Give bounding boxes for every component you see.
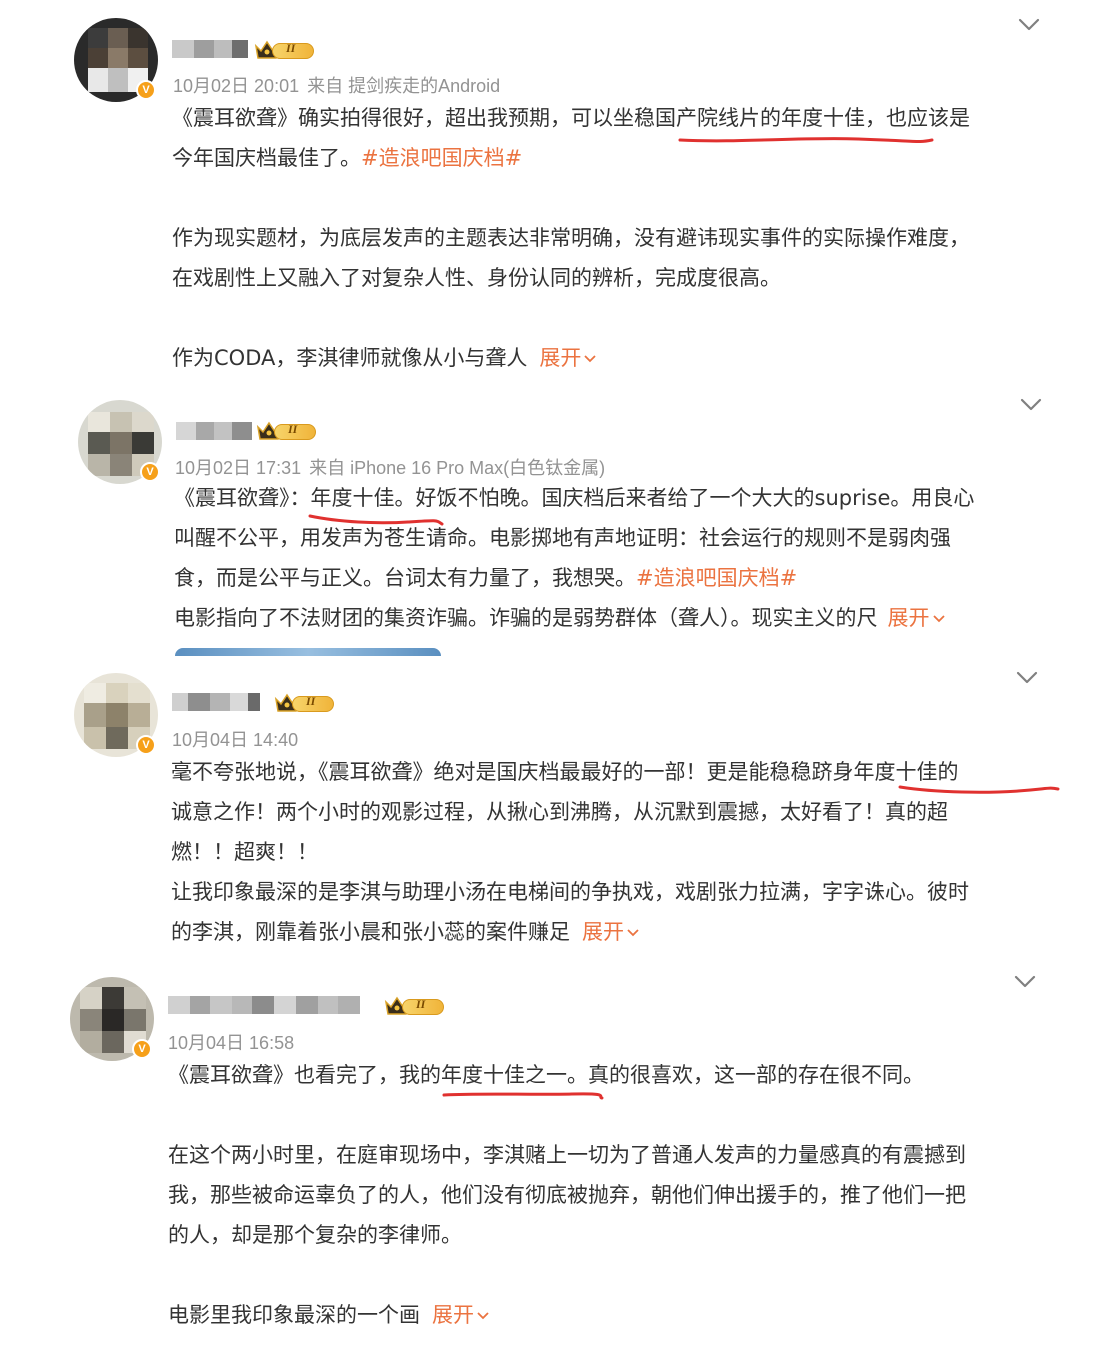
verified-v-icon: V	[136, 80, 156, 100]
vip-badge[interactable]: II	[274, 692, 336, 714]
user-avatar[interactable]: V	[74, 673, 158, 757]
post-meta: 10月02日 20:01 来自 提剑疾走的Android	[173, 72, 500, 98]
vip-badge[interactable]: II	[254, 39, 316, 61]
post-source: 来自 提剑疾走的Android	[307, 76, 501, 96]
post-meta: 10月04日 16:58	[168, 1029, 294, 1055]
post-2: V II 10月02日 17:31 来自 iPhone 16 Pro Max(白色…	[0, 380, 1112, 656]
expand-link[interactable]: 展开	[582, 920, 639, 944]
post-meta: 10月02日 17:31 来自 iPhone 16 Pro Max(白色钛金属)	[175, 454, 605, 480]
username-blurred[interactable]	[176, 422, 252, 440]
verified-v-icon: V	[132, 1039, 152, 1059]
post-time[interactable]: 10月04日 14:40	[172, 730, 298, 750]
expand-link[interactable]: 展开	[432, 1303, 489, 1327]
post-source: 来自 iPhone 16 Pro Max(白色钛金属)	[309, 458, 606, 478]
chevron-down-icon	[627, 929, 639, 937]
verified-v-icon: V	[140, 462, 160, 482]
post-time[interactable]: 10月04日 16:58	[168, 1033, 294, 1053]
post-text: 毫不夸张地说，《震耳欲聋》绝对是国庆档最最好的一部！更是能稳稳跻身年度十佳的 诚…	[171, 760, 969, 944]
vip-level: II	[416, 997, 426, 1011]
post-3: V II 10月04日 14:40 毫不夸张地说，《震耳欲聋》绝对是国庆档最最好…	[0, 655, 1112, 955]
highlight-underline	[308, 514, 444, 526]
chevron-down-icon	[932, 615, 945, 623]
vip-badge[interactable]: II	[256, 420, 318, 442]
post-4: V II 10月04日 16:58 《震耳欲聋》也看完了，我的年度十佳之一。真的…	[0, 955, 1112, 1364]
vip-level: II	[288, 422, 298, 436]
post-time[interactable]: 10月02日 20:01	[173, 76, 299, 96]
verified-v-icon: V	[136, 735, 156, 755]
username-blurred[interactable]	[172, 693, 260, 711]
post-time[interactable]: 10月02日 17:31	[175, 458, 301, 478]
vip-badge[interactable]: II	[384, 995, 446, 1017]
post-text: 《震耳欲聋》：年度十佳。好饭不怕晚。国庆档后来者给了一个大大的suprise。用…	[174, 486, 975, 630]
username-blurred[interactable]	[168, 996, 360, 1014]
expand-link[interactable]: 展开	[539, 346, 596, 370]
vip-level: II	[286, 41, 296, 55]
user-avatar[interactable]: V	[78, 400, 162, 484]
chevron-down-icon	[584, 355, 596, 363]
hashtag-link[interactable]: #造浪吧国庆档#	[361, 146, 522, 170]
chevron-down-icon[interactable]	[1014, 975, 1036, 989]
highlight-underline	[898, 785, 1060, 794]
user-avatar[interactable]: V	[74, 18, 158, 102]
user-avatar[interactable]: V	[70, 977, 154, 1061]
post-meta: 10月04日 14:40	[172, 726, 298, 752]
username-blurred[interactable]	[172, 40, 248, 58]
post-1: V II 10月02日 20:01 来自 提剑疾走的Android 《震耳欲聋》确…	[0, 0, 1112, 380]
chevron-down-icon[interactable]	[1018, 18, 1040, 32]
vip-level: II	[306, 694, 316, 708]
highlight-underline	[442, 1092, 604, 1100]
chevron-down-icon[interactable]	[1020, 398, 1042, 412]
chevron-down-icon	[477, 1312, 489, 1320]
chevron-down-icon[interactable]	[1016, 671, 1038, 685]
expand-link[interactable]: 展开	[888, 606, 945, 630]
highlight-underline	[678, 137, 934, 144]
hashtag-link[interactable]: #造浪吧国庆档#	[636, 566, 797, 590]
